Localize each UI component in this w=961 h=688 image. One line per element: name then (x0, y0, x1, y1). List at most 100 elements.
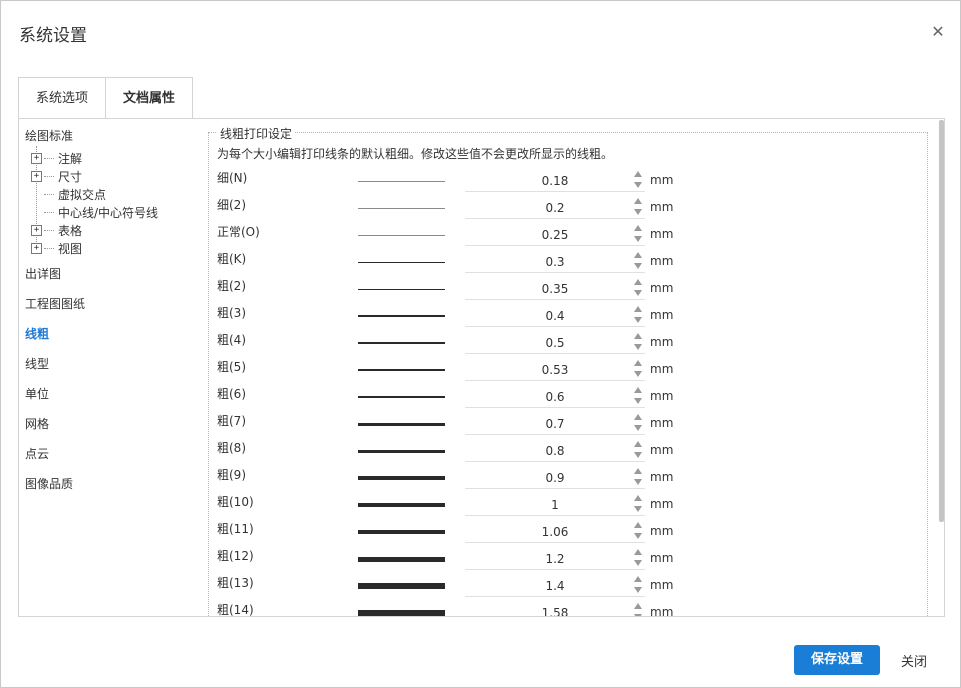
tree-node-virtual-sharps[interactable]: 虚拟交点 (31, 185, 106, 203)
spin-down-icon[interactable] (634, 587, 642, 593)
spin-down-icon[interactable] (634, 317, 642, 323)
thickness-value-input[interactable]: 0.8 (465, 440, 645, 462)
thickness-value-input[interactable]: 0.3 (465, 251, 645, 273)
spin-up-icon[interactable] (634, 522, 642, 528)
spin-down-icon[interactable] (634, 479, 642, 485)
tree-node-dimensions[interactable]: + 尺寸 (31, 167, 82, 185)
spin-up-icon[interactable] (634, 387, 642, 393)
spin-up-icon[interactable] (634, 441, 642, 447)
spinner[interactable] (632, 358, 644, 380)
thickness-value-input[interactable]: 0.53 (465, 359, 645, 381)
spin-down-icon[interactable] (634, 425, 642, 431)
tree-node-label: 虚拟交点 (58, 187, 107, 202)
spinner[interactable] (632, 250, 644, 272)
thickness-value-input[interactable]: 1.4 (465, 575, 645, 597)
thickness-value-input[interactable]: 0.18 (465, 170, 645, 192)
spinner[interactable] (632, 601, 644, 616)
spinner[interactable] (632, 493, 644, 515)
tree-node-views[interactable]: + 视图 (31, 239, 82, 257)
spin-down-icon[interactable] (634, 290, 642, 296)
dialog-title: 系统设置 (19, 26, 87, 46)
spin-up-icon[interactable] (634, 576, 642, 582)
category-line-style[interactable]: 线型 (25, 355, 49, 372)
save-settings-button[interactable]: 保存设置 (794, 645, 880, 675)
spin-up-icon[interactable] (634, 360, 642, 366)
spin-down-icon[interactable] (634, 614, 642, 616)
spin-up-icon[interactable] (634, 225, 642, 231)
spin-up-icon[interactable] (634, 549, 642, 555)
tab-system-options[interactable]: 系统选项 (18, 77, 107, 119)
thickness-label: 粗(6) (217, 387, 246, 401)
category-image-quality[interactable]: 图像品质 (25, 475, 73, 492)
tree-node-centerlines[interactable]: 中心线/中心符号线 (31, 203, 158, 221)
thickness-value-input[interactable]: 0.7 (465, 413, 645, 435)
thickness-value-input[interactable]: 0.6 (465, 386, 645, 408)
spin-up-icon[interactable] (634, 279, 642, 285)
thickness-value-input[interactable]: 1.58 (465, 602, 645, 616)
spin-down-icon[interactable] (634, 236, 642, 242)
tree-node-tables[interactable]: + 表格 (31, 221, 82, 239)
line-sample (358, 181, 445, 182)
spin-up-icon[interactable] (634, 333, 642, 339)
close-icon[interactable]: ✕ (929, 23, 947, 41)
spin-up-icon[interactable] (634, 495, 642, 501)
spin-up-icon[interactable] (634, 414, 642, 420)
expand-icon[interactable]: + (31, 170, 42, 182)
spin-up-icon[interactable] (634, 603, 642, 609)
spin-down-icon[interactable] (634, 263, 642, 269)
thickness-value-input[interactable]: 0.4 (465, 305, 645, 327)
spin-down-icon[interactable] (634, 506, 642, 512)
spinner[interactable] (632, 196, 644, 218)
thickness-value-input[interactable]: 1 (465, 494, 645, 516)
spinner[interactable] (632, 574, 644, 596)
spinner[interactable] (632, 223, 644, 245)
spin-down-icon[interactable] (634, 560, 642, 566)
spinner[interactable] (632, 439, 644, 461)
thickness-value-input[interactable]: 1.06 (465, 521, 645, 543)
thickness-value-input[interactable]: 0.25 (465, 224, 645, 246)
spinner[interactable] (632, 385, 644, 407)
spinner[interactable] (632, 277, 644, 299)
spin-down-icon[interactable] (634, 209, 642, 215)
category-detailing[interactable]: 出详图 (25, 265, 61, 282)
vertical-scrollbar[interactable] (939, 120, 944, 522)
category-point-cloud[interactable]: 点云 (25, 445, 49, 462)
spinner[interactable] (632, 547, 644, 569)
spin-down-icon[interactable] (634, 182, 642, 188)
unit-label: mm (650, 308, 674, 322)
spin-down-icon[interactable] (634, 371, 642, 377)
spin-up-icon[interactable] (634, 198, 642, 204)
thickness-value-input[interactable]: 0.5 (465, 332, 645, 354)
thickness-value-input[interactable]: 1.2 (465, 548, 645, 570)
tab-document-properties[interactable]: 文档属性 (106, 77, 194, 120)
thickness-row: 细(N) 0.18 mm (198, 168, 938, 195)
spin-down-icon[interactable] (634, 344, 642, 350)
spinner[interactable] (632, 412, 644, 434)
spin-up-icon[interactable] (634, 468, 642, 474)
spinner[interactable] (632, 331, 644, 353)
spinner[interactable] (632, 304, 644, 326)
category-drawing-sheets[interactable]: 工程图图纸 (25, 295, 85, 312)
expand-icon[interactable]: + (31, 224, 42, 236)
spin-up-icon[interactable] (634, 252, 642, 258)
tree-root-drafting-standard[interactable]: 绘图标准 (25, 127, 73, 144)
category-grid[interactable]: 网格 (25, 415, 49, 432)
spinner[interactable] (632, 466, 644, 488)
spinner[interactable] (632, 169, 644, 191)
spinner[interactable] (632, 520, 644, 542)
spin-up-icon[interactable] (634, 306, 642, 312)
spin-down-icon[interactable] (634, 452, 642, 458)
thickness-value-input[interactable]: 0.35 (465, 278, 645, 300)
expand-icon[interactable]: + (31, 242, 42, 254)
expand-icon[interactable]: + (31, 152, 42, 164)
spin-down-icon[interactable] (634, 398, 642, 404)
unit-label: mm (650, 605, 674, 617)
category-units[interactable]: 单位 (25, 385, 49, 402)
spin-down-icon[interactable] (634, 533, 642, 539)
thickness-value-input[interactable]: 0.9 (465, 467, 645, 489)
category-line-thickness[interactable]: 线粗 (25, 325, 49, 342)
spin-up-icon[interactable] (634, 171, 642, 177)
tree-node-annotations[interactable]: + 注解 (31, 149, 82, 167)
thickness-value-input[interactable]: 0.2 (465, 197, 645, 219)
close-button[interactable]: 关闭 (901, 651, 927, 670)
